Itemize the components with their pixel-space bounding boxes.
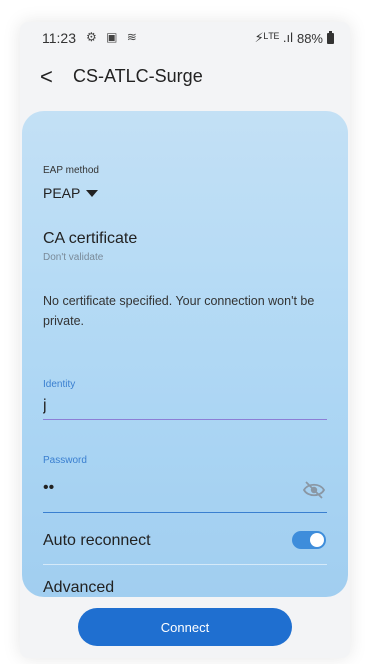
connect-button[interactable]: Connect [78,608,292,646]
password-input[interactable] [43,475,327,501]
auto-reconnect-toggle[interactable] [292,531,326,549]
identity-underline [43,419,327,420]
network-settings-card: EAP method PEAP CA certificate Don't val… [22,111,348,597]
page-title: CS-ATLC-Surge [73,66,203,86]
app-header: < CS-ATLC-Surge [20,60,350,96]
system-icons: ⚡ᴸᵀᴱ .ıl 88% [255,30,334,46]
battery-level: 88% [296,30,323,46]
status-time: 11:23 [42,30,76,46]
signal-icon: ⚡ᴸᵀᴱ .ıl [254,30,293,45]
battery-icon [327,30,334,44]
divider [43,564,327,565]
identity-label: Identity [43,379,76,390]
eap-method-select[interactable]: PEAP [43,185,99,201]
auto-reconnect-label: Auto reconnect [43,532,151,549]
password-label: Password [43,455,87,466]
eap-method-value: PEAP [43,185,81,201]
phone-screen: 11:23 ⚙ ▣ ≋ ⚡ᴸᵀᴱ .ıl 88% < CS-ATLC-Surge… [20,22,350,658]
ca-certificate-setting[interactable]: CA certificate [43,230,137,248]
advanced-setting[interactable]: Advanced [43,579,114,597]
toggle-knob [310,533,324,547]
notification-icons: ⚙ ▣ ≋ [86,30,140,44]
caret-down-icon [86,189,99,197]
chevron-left-icon[interactable]: < [40,64,53,90]
password-underline [43,512,327,513]
identity-input[interactable] [43,393,327,419]
certificate-warning: No certificate specified. Your connectio… [43,294,315,328]
eye-off-icon[interactable] [302,480,326,500]
ca-certificate-value: Don't validate [43,252,104,263]
eap-method-label: EAP method [43,165,99,176]
status-bar: 11:23 ⚙ ▣ ≋ ⚡ᴸᵀᴱ .ıl 88% [20,22,350,52]
